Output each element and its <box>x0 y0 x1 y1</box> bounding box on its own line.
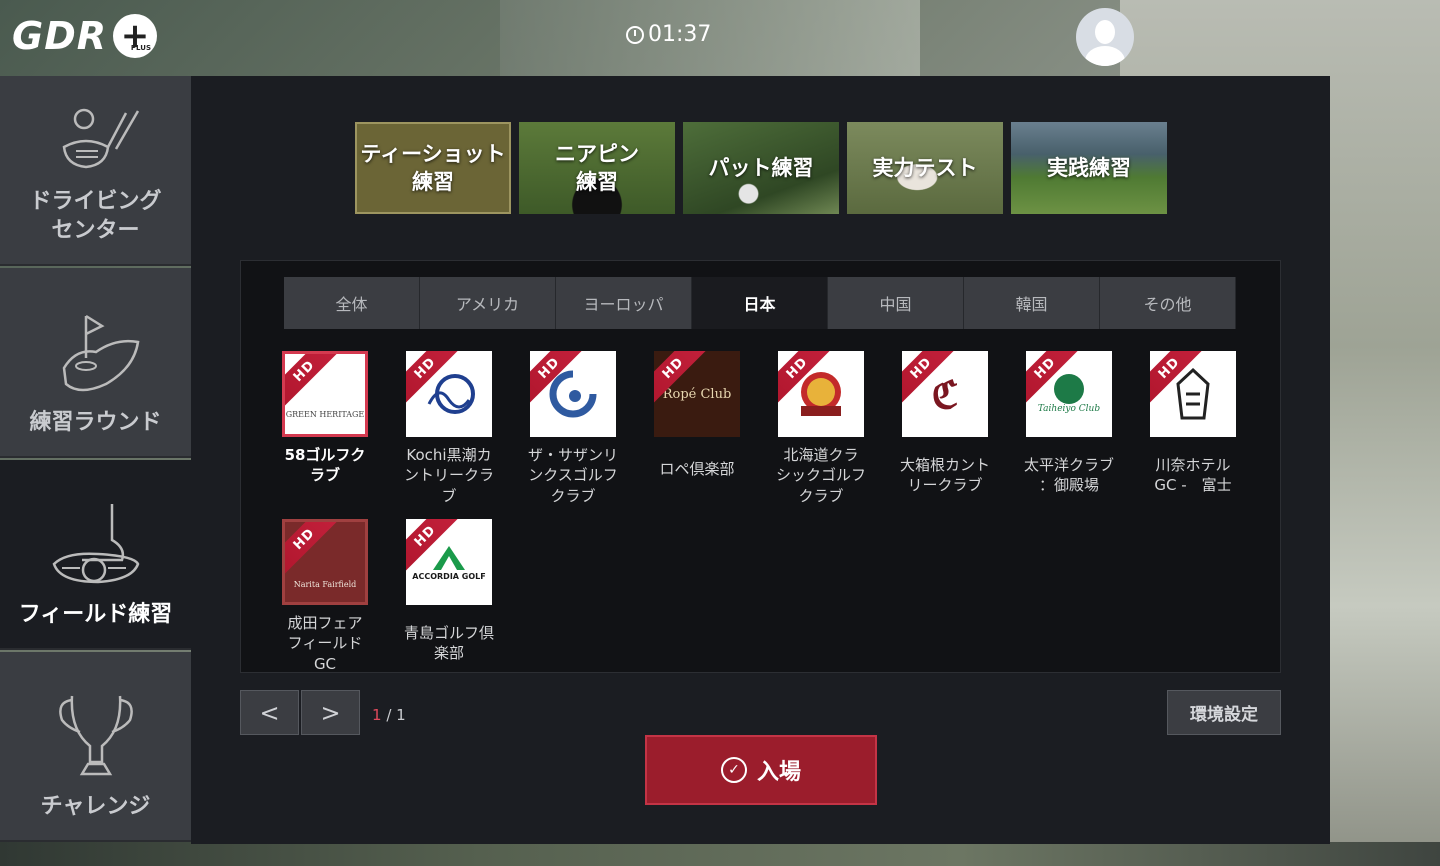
tab-skill-test[interactable]: 実力テスト <box>847 122 1003 214</box>
course-card[interactable]: ℭ HD 大箱根カント リークラブ <box>883 351 1007 496</box>
course-name: ザ・サザンリ ンクスゴルフ クラブ <box>527 446 618 505</box>
course-logo: ACCORDIA GOLF HD <box>406 519 492 605</box>
settings-button[interactable]: 環境設定 <box>1167 690 1281 735</box>
user-avatar[interactable] <box>1076 8 1134 66</box>
sidebar-item-label: 練習ラウンド <box>29 410 162 436</box>
tab-label: 実践練習 <box>1047 155 1131 180</box>
total-pages: 1 <box>396 706 406 724</box>
course-name: 太平洋クラブ ：御殿場 <box>1023 456 1114 495</box>
course-logo-text: Ropé Club <box>662 386 732 402</box>
accordia-mark-icon <box>432 545 465 570</box>
course-card[interactable]: ACCORDIA GOLF HD 青島ゴルフ倶 楽部 <box>387 519 511 664</box>
clock-icon <box>626 25 644 44</box>
tab-tee-shot-practice[interactable]: ティーショット 練習 <box>355 122 511 214</box>
sidebar-item-label: ドライビング センター <box>29 188 162 244</box>
prev-page-button[interactable]: < <box>240 690 299 735</box>
tab-label: パット練習 <box>708 155 814 180</box>
enter-label: 入場 <box>756 760 801 785</box>
course-card[interactable]: Taiheiyo Club HD 太平洋クラブ ：御殿場 <box>1007 351 1131 496</box>
course-card[interactable]: Ropé Club HD ロペ倶楽部 <box>635 351 759 479</box>
course-panel: 全体 アメリカ ヨーロッパ 日本 中国 韓国 その他 GREEN HERITAG… <box>240 260 1281 673</box>
course-card[interactable]: Narita Fairfield HD 成田フェア フィールド GC <box>263 519 387 674</box>
avatar-body <box>1085 46 1125 66</box>
trophy-icon <box>58 696 133 776</box>
course-logo-text: GREEN HERITAGE <box>285 409 365 419</box>
region-tab-other[interactable]: その他 <box>1100 277 1236 329</box>
region-tab-america[interactable]: アメリカ <box>420 277 556 329</box>
course-logo: HD <box>530 351 616 437</box>
course-logo: HD <box>1150 351 1236 437</box>
session-timer: 01:37 <box>626 22 711 47</box>
main-panel: ティーショット 練習 ニアピン 練習 パット練習 実力テスト 実践練習 全体 ア… <box>191 76 1330 844</box>
sidebar-item-label: フィールド練習 <box>18 602 173 628</box>
course-logo: Narita Fairfield HD <box>282 519 368 605</box>
course-card[interactable]: HD Kochi黒潮カ ントリークラ ブ <box>387 351 511 506</box>
putter-icon <box>52 504 139 584</box>
top-bar: GDR + PLUS 01:37 <box>0 0 1440 76</box>
hd-badge: HD <box>285 522 344 579</box>
region-tab-all[interactable]: 全体 <box>284 277 420 329</box>
logo-plus-icon: + PLUS <box>113 14 157 58</box>
app-logo: GDR + PLUS <box>12 14 157 58</box>
course-logo: HD <box>406 351 492 437</box>
course-name: ロペ倶楽部 <box>659 460 735 478</box>
avatar-head <box>1095 20 1115 44</box>
region-tab-japan[interactable]: 日本 <box>692 277 828 329</box>
course-logo: GREEN HERITAGE HD <box>282 351 368 437</box>
region-tab-china[interactable]: 中国 <box>828 277 964 329</box>
sidebar-item-challenge[interactable]: チャレンジ <box>0 652 191 842</box>
tab-near-pin-practice[interactable]: ニアピン 練習 <box>519 122 675 214</box>
mode-tabs: ティーショット 練習 ニアピン 練習 パット練習 実力テスト 実践練習 <box>355 122 1167 214</box>
course-card[interactable]: HD 川奈ホテル GC - 富士 <box>1131 351 1255 496</box>
enter-button[interactable]: ✓ 入場 <box>645 735 877 805</box>
sidebar-item-driving-center[interactable]: ドライビング センター <box>0 76 191 266</box>
tab-label: ティーショット 練習 <box>360 141 506 194</box>
sidebar-item-label: チャレンジ <box>40 794 151 820</box>
monogram-logo-icon: ℭ <box>931 371 959 417</box>
course-name: 58ゴルフク ラブ <box>284 446 366 485</box>
region-tab-europe[interactable]: ヨーロッパ <box>556 277 692 329</box>
course-name: 成田フェア フィールド GC <box>287 614 363 673</box>
sidebar: ドライビング センター 練習ラウンド フィールド練習 チャレンジ <box>0 76 191 844</box>
tab-label: ニアピン 練習 <box>555 141 639 194</box>
course-logo-text: ACCORDIA GOLF <box>412 571 486 581</box>
course-name: 北海道クラ シックゴルフ クラブ <box>775 446 866 505</box>
course-logo: Ropé Club HD <box>654 351 740 437</box>
driver-club-icon <box>62 108 139 168</box>
taiheiyo-mark-icon <box>1054 374 1084 404</box>
course-card[interactable]: HD ザ・サザンリ ンクスゴルフ クラブ <box>511 351 635 506</box>
timer-value: 01:37 <box>648 22 712 47</box>
current-page: 1 <box>372 706 382 724</box>
course-logo: HD <box>778 351 864 437</box>
tab-putt-practice[interactable]: パット練習 <box>683 122 839 214</box>
region-tabs: 全体 アメリカ ヨーロッパ 日本 中国 韓国 その他 <box>284 277 1236 329</box>
course-logo-text: Narita Fairfield <box>293 579 357 589</box>
tab-label: 実力テスト <box>872 155 978 180</box>
region-tab-korea[interactable]: 韓国 <box>964 277 1100 329</box>
sidebar-item-practice-round[interactable]: 練習ラウンド <box>0 268 191 458</box>
course-card[interactable]: GREEN HERITAGE HD 58ゴルフク ラブ <box>263 351 387 486</box>
course-logo: ℭ HD <box>902 351 988 437</box>
sidebar-item-field-practice[interactable]: フィールド練習 <box>0 460 191 650</box>
course-name: 青島ゴルフ倶 楽部 <box>403 624 494 663</box>
check-circle-icon: ✓ <box>720 757 747 783</box>
hd-badge: HD <box>285 354 344 411</box>
course-name: 川奈ホテル GC - 富士 <box>1154 456 1232 495</box>
golf-flag-icon <box>62 315 139 392</box>
tab-real-practice[interactable]: 実践練習 <box>1011 122 1167 214</box>
background-blur <box>0 842 1440 866</box>
page-separator: / <box>381 706 397 724</box>
course-logo-text: Taiheiyo Club <box>1037 404 1101 414</box>
course-name: 大箱根カント リークラブ <box>899 456 990 495</box>
logo-plus-sub: PLUS <box>130 44 151 52</box>
course-name: Kochi黒潮カ ントリークラ ブ <box>403 446 494 505</box>
course-card[interactable]: HD 北海道クラ シックゴルフ クラブ <box>759 351 883 506</box>
page-indicator: 1 / 1 <box>372 706 406 724</box>
course-logo: Taiheiyo Club HD <box>1026 351 1112 437</box>
logo-text: GDR <box>12 14 107 58</box>
next-page-button[interactable]: > <box>301 690 360 735</box>
